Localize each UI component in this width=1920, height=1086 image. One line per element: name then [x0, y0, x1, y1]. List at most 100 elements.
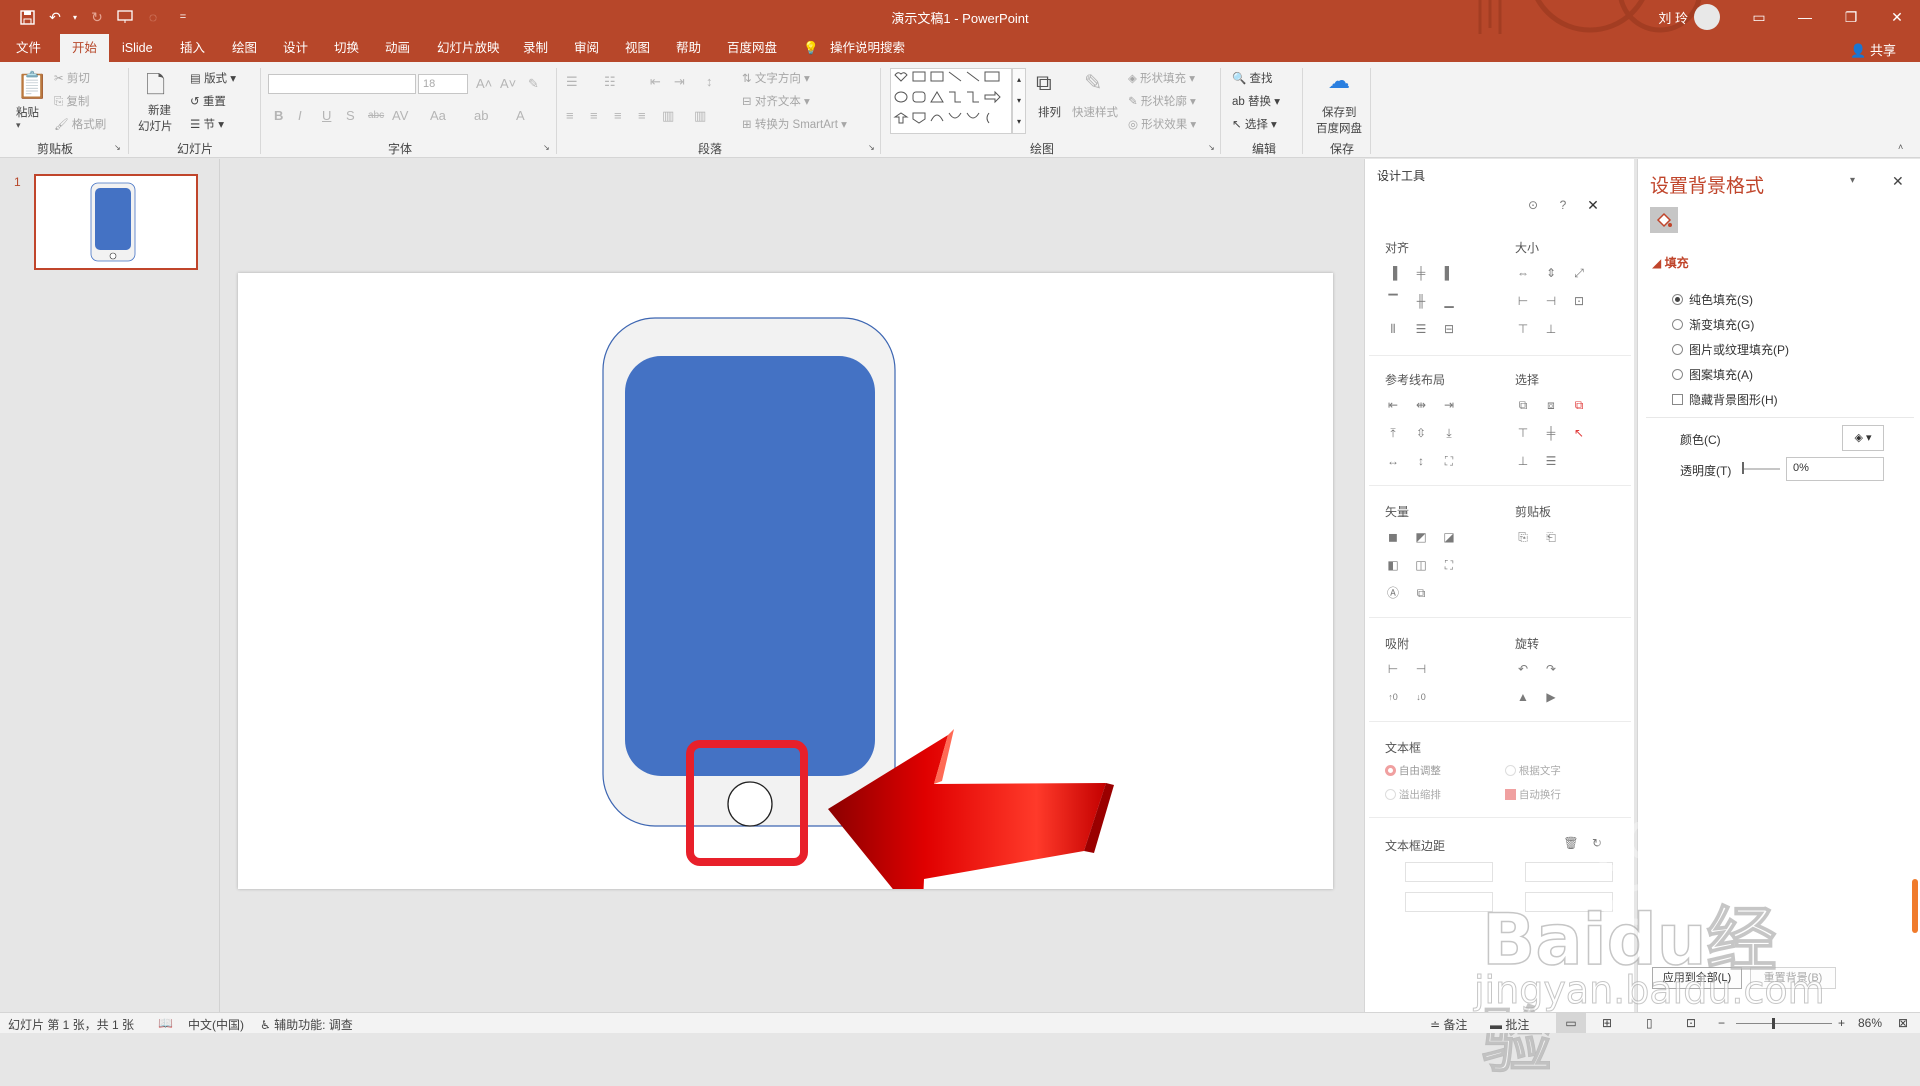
size-right-icon[interactable]: ⊣ [1543, 293, 1559, 309]
copy-format-icon[interactable]: ⎘ [1515, 529, 1531, 545]
align-center-icon[interactable]: ╪ [1413, 265, 1429, 281]
reading-view-icon[interactable]: ▯ [1646, 1016, 1653, 1030]
align-right-icon[interactable]: ▌ [1441, 265, 1457, 281]
close-pane-icon[interactable]: ✕ [1585, 197, 1601, 213]
avatar[interactable] [1694, 4, 1720, 30]
rotate-right-icon[interactable]: ↷ [1543, 661, 1559, 677]
snap-top-icon[interactable]: ↑0 [1385, 689, 1401, 705]
paste-format-icon[interactable]: ⎗ [1543, 529, 1559, 545]
gradient-fill-radio[interactable] [1672, 319, 1683, 330]
notes-button[interactable]: ≐ 备注 [1430, 1016, 1467, 1033]
help-icon[interactable]: ? [1555, 197, 1571, 213]
pin-icon[interactable]: ⊙ [1525, 197, 1541, 213]
user-name[interactable]: 刘 玲 [1658, 8, 1688, 27]
tab-view[interactable]: 视图 [625, 34, 650, 62]
slide-sorter-icon[interactable]: ⊞ [1602, 1016, 1612, 1030]
select-top-icon[interactable]: ⊤ [1515, 425, 1531, 441]
size-fit-icon[interactable]: ⊡ [1571, 293, 1587, 309]
new-slide-label-1[interactable]: 新建 [148, 102, 171, 118]
distribute-v-icon[interactable]: ☰ [1413, 321, 1429, 337]
arrange-icon[interactable]: ⧉ [1036, 70, 1052, 96]
size-top-icon[interactable]: ⊤ [1515, 321, 1531, 337]
arrange-button[interactable]: 排列 [1038, 104, 1061, 120]
auto-fit-option[interactable]: 自由调整 [1385, 763, 1441, 778]
save-to-netdisk-label-1[interactable]: 保存到 [1322, 104, 1357, 120]
paste-button[interactable]: 粘贴 [16, 104, 39, 120]
intersect-icon[interactable]: ◧ [1385, 557, 1401, 573]
distribute-box-icon[interactable]: ⊟ [1441, 321, 1457, 337]
paste-dropdown-icon[interactable]: ▾ [16, 120, 21, 131]
zoom-out-icon[interactable]: − [1718, 1016, 1725, 1030]
save-to-netdisk-label-2[interactable]: 百度网盘 [1316, 120, 1362, 136]
same-size-icon[interactable]: ⤢ [1571, 265, 1587, 281]
rotate-left-icon[interactable]: ↶ [1515, 661, 1531, 677]
size-bottom-icon[interactable]: ⊥ [1543, 321, 1559, 337]
tab-design[interactable]: 设计 [283, 34, 308, 62]
replace-button[interactable]: ab 替换 ▾ [1232, 93, 1280, 109]
phone-screen[interactable] [625, 356, 875, 776]
solid-fill-radio[interactable] [1672, 294, 1683, 305]
margin-right-input[interactable] [1525, 862, 1613, 882]
align-bottom-icon[interactable]: ▁ [1441, 293, 1457, 309]
snap-bottom-icon[interactable]: ↓0 [1413, 689, 1429, 705]
drawing-launcher-icon[interactable]: ↘ [1208, 143, 1215, 152]
fragment-icon[interactable]: ◪ [1441, 529, 1457, 545]
select-button[interactable]: ↖ 选择 ▾ [1232, 116, 1277, 132]
pattern-fill-option[interactable]: 图案填充(A) [1672, 366, 1753, 383]
guide-top-icon[interactable]: ⤒ [1385, 425, 1401, 441]
shapes-gallery-scroll[interactable]: ▴ ▾ ▾ [1012, 68, 1026, 134]
tab-review[interactable]: 审阅 [574, 34, 599, 62]
flip-horizontal-icon[interactable]: ▶ [1543, 689, 1559, 705]
slide-thumbnail[interactable] [34, 174, 198, 270]
tab-slideshow[interactable]: 幻灯片放映 [437, 34, 500, 62]
guide-left-icon[interactable]: ⇤ [1385, 397, 1401, 413]
snap-left-icon[interactable]: ⊢ [1385, 661, 1401, 677]
guide-width-icon[interactable]: ↔ [1385, 453, 1401, 469]
margin-top-input[interactable] [1405, 892, 1493, 912]
transparency-input[interactable]: 0% [1786, 457, 1884, 481]
fit-slide-icon[interactable]: ⊠ [1898, 1016, 1908, 1030]
refresh-icon[interactable]: ↻ [1589, 835, 1605, 851]
slide-canvas[interactable] [238, 273, 1333, 925]
gradient-fill-option[interactable]: 渐变填充(G) [1672, 316, 1754, 333]
tab-help[interactable]: 帮助 [676, 34, 701, 62]
spellcheck-icon[interactable]: 📖 [158, 1016, 173, 1030]
comments-button[interactable]: ▬ 批注 [1490, 1016, 1529, 1033]
font-size-combo[interactable]: 18 [418, 74, 468, 94]
pattern-fill-radio[interactable] [1672, 369, 1683, 380]
color-picker-button[interactable]: ◈ ▾ [1842, 425, 1884, 451]
font-name-combo[interactable] [268, 74, 416, 94]
minimize-icon[interactable]: — [1782, 0, 1828, 34]
fill-tab-icon[interactable] [1650, 207, 1678, 233]
hide-background-option[interactable]: 隐藏背景图形(H) [1672, 391, 1778, 408]
flip-vertical-icon[interactable]: ▲ [1515, 689, 1531, 705]
shape-swap-icon[interactable]: ⧉ [1413, 585, 1429, 601]
new-slide-label-2[interactable]: 幻灯片 [138, 118, 173, 134]
transparency-slider[interactable] [1744, 468, 1780, 470]
tab-insert[interactable]: 插入 [180, 34, 205, 62]
distribute-h-icon[interactable]: ⦀ [1385, 321, 1401, 337]
zoom-slider-thumb[interactable] [1772, 1018, 1775, 1029]
slideshow-view-icon[interactable]: ⊡ [1686, 1016, 1696, 1030]
fill-section-header[interactable]: ◢ 填充 [1652, 254, 1689, 271]
close-icon[interactable]: ✕ [1874, 0, 1920, 34]
collapse-ribbon-icon[interactable]: ˄ [1898, 142, 1903, 152]
hide-background-checkbox[interactable] [1672, 394, 1683, 405]
margin-bottom-input[interactable] [1525, 892, 1613, 912]
tab-baidu-netdisk[interactable]: 百度网盘 [727, 34, 777, 62]
picture-fill-radio[interactable] [1672, 344, 1683, 355]
margin-left-input[interactable] [1405, 862, 1493, 882]
select-bottom-icon[interactable]: ⊥ [1515, 453, 1531, 469]
size-left-icon[interactable]: ⊢ [1515, 293, 1531, 309]
phone-home-button[interactable] [727, 781, 773, 827]
select-invert-icon[interactable]: ☰ [1543, 453, 1559, 469]
fit-by-text-option[interactable]: 根据文字 [1505, 763, 1561, 778]
combine-icon[interactable]: ◩ [1413, 529, 1429, 545]
select-middle-icon[interactable]: ╪ [1543, 425, 1559, 441]
clipboard-launcher-icon[interactable]: ↘ [114, 143, 121, 152]
accessibility-status[interactable]: ♿ 辅助功能: 调查 [260, 1016, 353, 1033]
subtract-icon[interactable]: ◫ [1413, 557, 1429, 573]
same-height-icon[interactable]: ⇕ [1543, 265, 1559, 281]
picture-fill-option[interactable]: 图片或纹理填充(P) [1672, 341, 1789, 358]
tab-home[interactable]: 开始 [60, 34, 110, 62]
